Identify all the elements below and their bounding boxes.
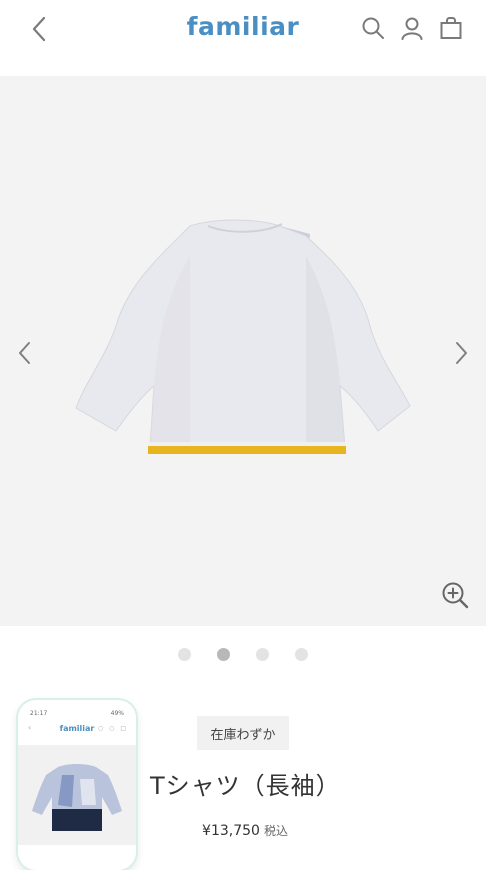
product-image-longsleeve-tshirt xyxy=(75,219,411,454)
user-icon xyxy=(401,17,422,40)
phone-status-battery: 49% xyxy=(110,710,124,717)
product-title: Tシャツ（長袖） xyxy=(150,772,341,800)
phone-status-bar: 21:17 49% xyxy=(18,700,136,717)
phone-preview-thumbnail[interactable]: 21:17 49% ‹ familiar ○ ○ □ xyxy=(18,700,136,870)
bag-icon xyxy=(440,16,461,39)
search-icon xyxy=(362,17,384,39)
tax-label: 税込 xyxy=(263,824,288,838)
product-image-gallery[interactable] xyxy=(0,76,486,626)
zoom-in-icon xyxy=(442,582,469,609)
zoom-button[interactable] xyxy=(440,580,470,610)
product-price: ¥13,750 税込 xyxy=(150,822,340,839)
phone-header-icons: ○ ○ □ xyxy=(98,725,128,732)
gallery-pagination xyxy=(0,648,486,661)
gallery-dot-1[interactable] xyxy=(178,648,191,661)
phone-header: ‹ familiar ○ ○ □ xyxy=(18,721,136,739)
header-actions xyxy=(359,14,464,41)
gallery-next-button[interactable] xyxy=(448,338,476,368)
app-header: familiar xyxy=(0,0,486,76)
gallery-prev-button[interactable] xyxy=(10,338,38,368)
chevron-right-icon xyxy=(456,342,467,364)
phone-status-time: 21:17 xyxy=(30,710,48,717)
phone-product-image xyxy=(18,745,136,845)
price-value: ¥13,750 xyxy=(202,823,260,839)
cart-button[interactable] xyxy=(437,14,464,41)
stock-status-badge: 在庫わずか xyxy=(197,716,289,750)
search-button[interactable] xyxy=(359,14,386,41)
gallery-dot-4[interactable] xyxy=(295,648,308,661)
gallery-dot-2[interactable] xyxy=(217,648,230,661)
phone-product-tshirt-image xyxy=(32,764,122,831)
chevron-left-icon xyxy=(19,342,30,364)
gallery-dot-3[interactable] xyxy=(256,648,269,661)
account-button[interactable] xyxy=(398,14,425,41)
